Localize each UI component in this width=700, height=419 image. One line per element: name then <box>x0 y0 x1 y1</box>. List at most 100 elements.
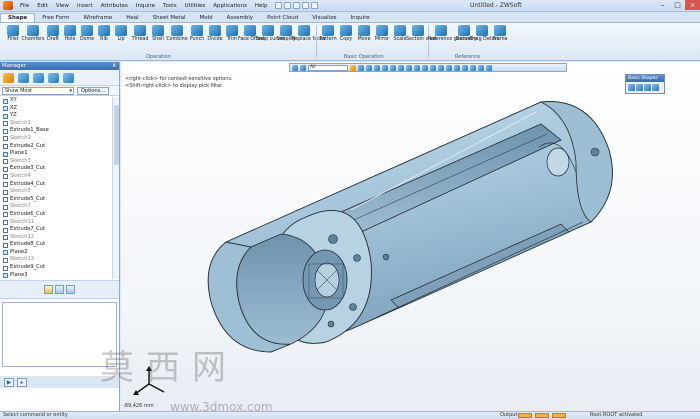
tree-item[interactable]: XY <box>0 97 112 105</box>
thread-icon <box>134 25 146 36</box>
tree-item[interactable]: Sketch12 <box>0 234 112 242</box>
play-icon[interactable]: ▶ <box>4 377 14 387</box>
open-file-icon[interactable] <box>284 2 292 9</box>
face-offset-icon <box>244 25 256 36</box>
tree-item[interactable]: Extrude9_Cut <box>0 264 112 272</box>
tree-item-label: Sketch5 <box>10 188 31 195</box>
tree-item-label: Sketch1 <box>10 119 31 126</box>
close-button[interactable]: × <box>685 0 700 10</box>
tab-wireframe[interactable]: Wireframe <box>77 14 120 22</box>
tab-free-form[interactable]: Free Form <box>35 14 76 22</box>
app-logo-icon[interactable] <box>3 1 13 10</box>
tree-item[interactable]: Extrude4_Cut <box>0 181 112 189</box>
tree-item[interactable]: Plane2 <box>0 249 112 257</box>
simplify-icon <box>280 25 292 36</box>
step-icon[interactable]: ▸ <box>17 377 27 387</box>
tab-assembly[interactable]: Assembly <box>220 14 261 22</box>
far-hole <box>590 147 600 157</box>
tab-shape[interactable]: Shape <box>0 13 36 22</box>
tree-item[interactable]: YZ <box>0 112 112 120</box>
reference-geometry-button[interactable]: Reference geometry <box>428 25 477 53</box>
new-file-icon[interactable] <box>275 2 283 9</box>
tree-item[interactable]: Sketch11 <box>0 219 112 227</box>
minimize-button[interactable]: – <box>655 0 670 10</box>
tab-point-cloud[interactable]: Point Cloud <box>260 14 305 22</box>
menu-view[interactable]: View <box>52 3 73 9</box>
combine-icon <box>171 25 183 36</box>
menu-applications[interactable]: Applications <box>209 3 251 9</box>
quick-access-toolbar <box>275 2 319 9</box>
watermark-chinese: 莫西网 <box>100 348 238 388</box>
show-filter-select[interactable]: Show Most ▾ <box>2 86 74 95</box>
history-manager-icon[interactable] <box>3 72 14 83</box>
replace-faces-button[interactable]: Replace faces <box>292 25 325 53</box>
output-label[interactable]: Output <box>500 412 517 419</box>
window-title: Untitled - ZWSoft <box>470 2 522 9</box>
maximize-button[interactable]: □ <box>670 0 685 10</box>
status-chip[interactable] <box>518 413 532 418</box>
hole-bottom <box>349 303 357 311</box>
plane-icon <box>3 106 8 112</box>
attributes-tab-icon[interactable] <box>55 285 64 294</box>
scrollbar-thumb[interactable] <box>114 105 119 165</box>
tree-item[interactable]: XZ <box>0 105 112 113</box>
tree-item[interactable]: Extrude3_Cut <box>0 165 112 173</box>
section-view-button[interactable]: Section view <box>406 25 436 53</box>
menu-attributes[interactable]: Attributes <box>97 3 132 9</box>
tree-item[interactable]: Plane1 <box>0 150 112 158</box>
menu-insert[interactable]: Insert <box>73 3 97 9</box>
tree-item[interactable]: Extrude8_Cut <box>0 241 112 249</box>
frame-button[interactable]: Frame <box>488 25 512 53</box>
status-chip[interactable] <box>535 413 549 418</box>
menu-tools[interactable]: Tools <box>159 3 181 9</box>
tree-item-label: Plane1 <box>10 150 28 157</box>
tab-heal[interactable]: Heal <box>119 14 145 22</box>
tree-item[interactable]: Sketch1 <box>0 120 112 128</box>
tree-item[interactable]: Sketch7 <box>0 203 112 211</box>
tab-sheet-metal[interactable]: Sheet Metal <box>146 14 193 22</box>
views-icon[interactable] <box>48 72 59 83</box>
layers-icon[interactable] <box>33 72 44 83</box>
sketch-icon <box>3 235 8 241</box>
undo-icon[interactable] <box>302 2 310 9</box>
tree-item-label: Sketch13 <box>10 256 35 263</box>
tree-item[interactable]: Sketch2 <box>0 135 112 143</box>
ribbon-tabs: Shape Free Form Wireframe Heal Sheet Met… <box>0 12 700 23</box>
tab-visualize[interactable]: Visualize <box>305 14 343 22</box>
tree-item[interactable]: Extrude6_Cut <box>0 211 112 219</box>
menu-edit[interactable]: Edit <box>33 3 52 9</box>
properties-tab-icon[interactable] <box>44 285 53 294</box>
coordinate-readout: -89,426 mm <box>123 403 154 409</box>
tree-item[interactable]: Plane3 <box>0 272 112 279</box>
menu-help[interactable]: Help <box>251 3 272 9</box>
menu-file[interactable]: File <box>16 3 33 9</box>
part-icon[interactable] <box>18 72 29 83</box>
close-panel-icon[interactable]: x <box>112 62 116 70</box>
options-button[interactable]: Options... <box>77 86 109 95</box>
tree-item-label: Sketch3 <box>10 157 31 164</box>
feature-icon <box>3 212 8 218</box>
tree-item[interactable]: Sketch4 <box>0 173 112 181</box>
menu-inquire[interactable]: Inquire <box>132 3 159 9</box>
frame-icon <box>494 25 506 36</box>
tree-item[interactable]: Extrude2_Cut <box>0 143 112 151</box>
tree-item[interactable]: Extrude5_Cut <box>0 196 112 204</box>
tree-item-label: Extrude5_Cut <box>10 195 46 202</box>
filter-tab-icon[interactable] <box>66 285 75 294</box>
tab-inquire[interactable]: Inquire <box>344 14 377 22</box>
shapes-icon[interactable] <box>63 72 74 83</box>
tree-item[interactable]: Extrude7_Cut <box>0 226 112 234</box>
plane-icon <box>3 113 8 119</box>
tree-item[interactable]: Extrude1_Base <box>0 127 112 135</box>
tree-item[interactable]: Sketch13 <box>0 256 112 264</box>
tree-scrollbar[interactable] <box>112 97 119 279</box>
menu-utilities[interactable]: Utilities <box>181 3 210 9</box>
history-tree: XY XZ YZ Sketch1 Extrude1_Base Sketch2 Extrude… <box>0 97 112 279</box>
tree-item[interactable]: Sketch5 <box>0 188 112 196</box>
save-icon[interactable] <box>293 2 301 9</box>
tab-mold[interactable]: Mold <box>193 14 220 22</box>
status-chip[interactable] <box>552 413 566 418</box>
sketch-icon <box>3 136 8 142</box>
tree-item[interactable]: Sketch3 <box>0 158 112 166</box>
redo-icon[interactable] <box>311 2 319 9</box>
